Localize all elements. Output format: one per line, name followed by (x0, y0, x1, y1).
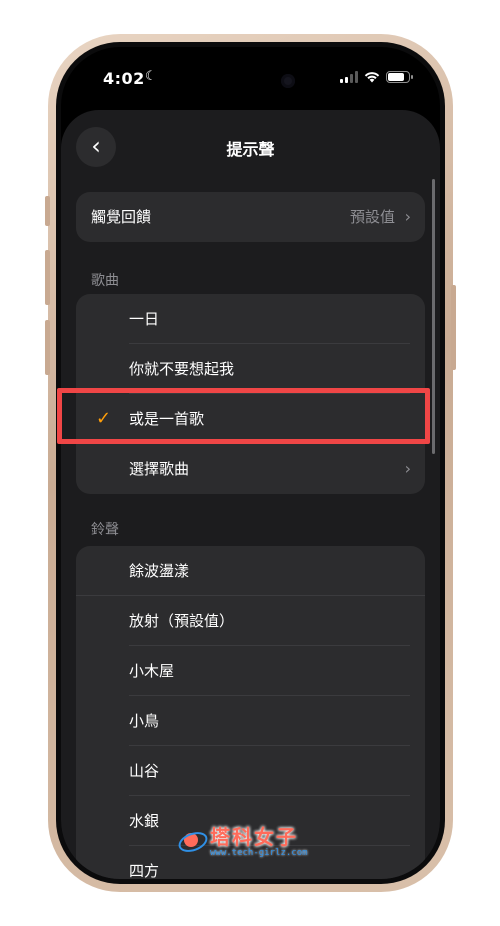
chevron-right-icon: › (404, 207, 411, 226)
ringtones-section-label: 鈴聲 (91, 522, 119, 538)
song-label: 一日 (129, 310, 160, 328)
watermark-title: 塔科女子 (210, 825, 298, 849)
ringtone-item[interactable]: 小木屋 (76, 646, 425, 696)
modal-sheet: ‹ 提示聲 觸覺回饋 預設值 › 歌曲 一日 你就不要想起我 ✓ 或是一首歌 選… (61, 110, 440, 879)
cellular-signal-icon (340, 71, 358, 83)
battery-icon (386, 71, 413, 83)
haptics-label: 觸覺回饋 (91, 208, 152, 226)
focus-moon-icon: ☾ (145, 69, 157, 84)
volume-up-button (45, 250, 50, 305)
choose-song-label: 選擇歌曲 (129, 460, 190, 478)
haptics-group: 觸覺回饋 預設值 › (76, 192, 425, 242)
phone-screen: 4:02 ☾ ‹ 提示聲 觸覺回饋 預設值 › 歌曲 一日 你就不要想起我 ✓ … (61, 47, 440, 879)
haptics-value: 預設值 (349, 208, 395, 226)
action-button (45, 196, 50, 226)
haptics-row[interactable]: 觸覺回饋 預設值 › (76, 192, 425, 242)
ringtone-item[interactable]: 放射（預設值） (76, 596, 425, 646)
ringtone-label: 山谷 (129, 762, 160, 780)
ringtone-item[interactable]: 小鳥 (76, 696, 425, 746)
power-button (451, 285, 456, 370)
ringtone-label: 小鳥 (129, 712, 160, 730)
songs-section-label: 歌曲 (91, 273, 119, 289)
status-indicators (340, 71, 413, 83)
ringtone-label: 餘波盪漾 (129, 562, 190, 580)
chevron-right-icon: › (404, 459, 411, 478)
ringtone-label: 放射（預設值） (129, 612, 235, 630)
status-bar: 4:02 ☾ (61, 47, 440, 107)
front-camera (281, 74, 295, 88)
ringtone-label: 四方 (129, 862, 160, 879)
watermark: 塔科女子 www.tech-girlz.com (175, 825, 308, 858)
planet-logo-icon (175, 827, 211, 857)
ringtone-label: 水銀 (129, 812, 160, 830)
ringtone-label: 小木屋 (129, 662, 175, 680)
ringtone-item[interactable]: 山谷 (76, 746, 425, 796)
scrollbar[interactable] (432, 179, 435, 454)
song-item[interactable]: 你就不要想起我 (76, 344, 425, 394)
wifi-icon (364, 72, 380, 83)
selection-highlight-box (57, 388, 430, 444)
song-label: 你就不要想起我 (129, 360, 235, 378)
dynamic-island (203, 65, 315, 98)
page-title: 提示聲 (226, 140, 275, 159)
status-time: 4:02 (103, 69, 145, 88)
volume-down-button (45, 320, 50, 375)
choose-song-row[interactable]: 選擇歌曲 › (76, 444, 425, 494)
watermark-url: www.tech-girlz.com (210, 848, 308, 858)
song-item[interactable]: 一日 (76, 294, 425, 344)
ringtone-item[interactable]: 餘波盪漾 (76, 546, 425, 596)
